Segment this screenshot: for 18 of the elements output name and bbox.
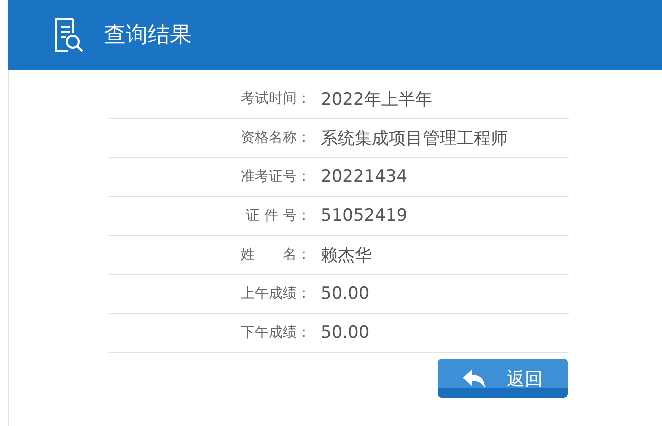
field-value: 20221434	[321, 167, 408, 187]
field-label: 姓 名：	[240, 246, 311, 264]
document-search-icon	[54, 18, 84, 52]
back-button[interactable]: 返回	[438, 359, 568, 398]
field-label: 证 件 号：	[245, 207, 311, 225]
field-value: 系统集成项目管理工程师	[321, 128, 508, 150]
field-value: 赖杰华	[321, 244, 372, 266]
back-arrow-icon	[463, 370, 485, 388]
page-title: 查询结果	[104, 22, 192, 50]
field-label: 考试时间：	[240, 90, 311, 108]
field-value: 50.00	[321, 323, 370, 343]
field-label: 资格名称：	[240, 129, 311, 147]
field-value: 50.00	[321, 284, 370, 304]
field-label: 下午成绩：	[240, 324, 311, 342]
field-label: 上午成绩：	[240, 285, 311, 303]
field-value: 51052419	[321, 206, 408, 226]
field-value: 2022年上半年	[321, 88, 432, 110]
field-label: 准考证号：	[240, 168, 311, 186]
